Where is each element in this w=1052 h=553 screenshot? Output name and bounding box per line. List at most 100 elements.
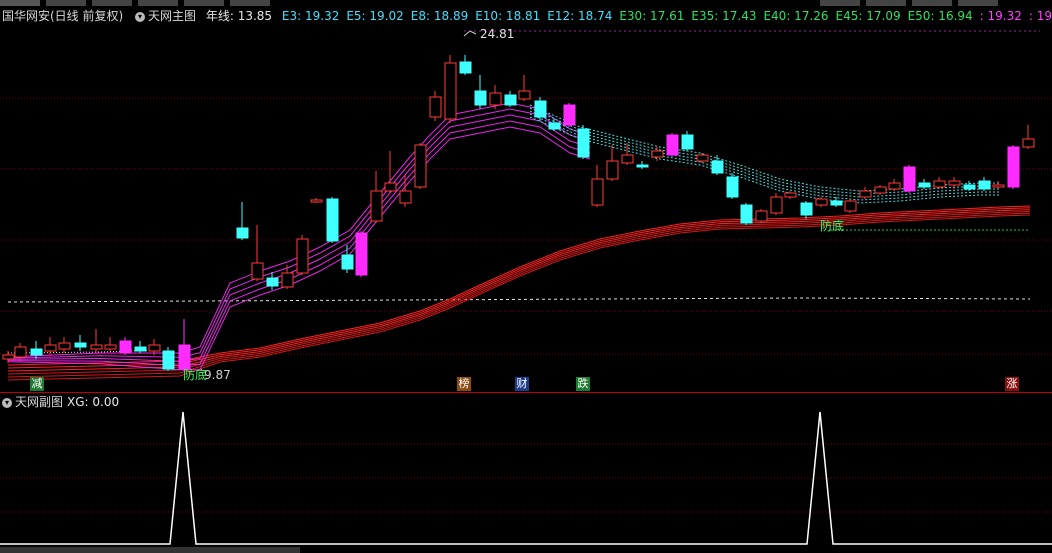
candle-body [815, 198, 828, 206]
candle-body [844, 200, 857, 212]
candle-body [444, 62, 457, 120]
candle-body [711, 160, 724, 174]
candle-body [90, 344, 103, 350]
candle-body [399, 190, 412, 204]
year-line-value: 年线: 13.85 [205, 9, 273, 23]
candle-body [251, 262, 264, 280]
candle-body [119, 340, 132, 354]
candle-body [459, 61, 472, 74]
candle-body [978, 180, 991, 190]
candle-body [2, 354, 15, 360]
magenta-short-ma-line [7, 102, 591, 358]
candle-body [830, 200, 843, 206]
candle-body [44, 344, 57, 352]
candle-body [370, 190, 383, 222]
xg-value: XG: 0.00 [67, 395, 120, 409]
main-price-chart[interactable]: 24.81 [0, 25, 1052, 392]
sub-chart-title-bar: ▾ 天网副图 XG: 0.00 [0, 394, 119, 410]
candle-body [770, 196, 783, 214]
candle-body [666, 134, 679, 156]
red-long-ma-line [7, 209, 1031, 372]
red-long-ma-line [7, 212, 1031, 378]
candle-body [355, 232, 368, 276]
candle-body [681, 134, 694, 150]
candle-body [236, 227, 249, 239]
indicator-name: 天网主图 [148, 9, 197, 23]
candle-body [489, 92, 502, 106]
candle-body [874, 186, 887, 194]
candle-body [696, 154, 709, 162]
ma-value: E50: 16.94 [907, 9, 973, 23]
candle-body [992, 184, 1005, 188]
ma-value: E5: 19.02 [346, 9, 404, 23]
indicator-selector[interactable]: ▾ 天网主图 [133, 7, 196, 25]
candle-body [30, 348, 43, 356]
candle-body [518, 90, 531, 100]
candle-body [296, 238, 309, 274]
candle-body [14, 346, 27, 358]
candle-body [281, 272, 294, 288]
red-long-ma-line [7, 210, 1031, 375]
magenta-short-ma-line [7, 114, 591, 362]
ma-value: E35: 17.43 [691, 9, 757, 23]
candle-body [933, 180, 946, 188]
red-long-ma-line [7, 207, 1031, 369]
signal-badge: 减 [30, 377, 44, 391]
signal-badge: 跌 [576, 377, 590, 391]
candle-body [384, 182, 397, 192]
magenta-short-ma-line [7, 108, 591, 359]
candle-body [903, 166, 916, 192]
chevron-down-icon: ▾ [135, 11, 146, 22]
ma-value: : 19.32 [979, 9, 1022, 23]
sub-indicator-chart[interactable] [0, 410, 1052, 546]
candle-body [1007, 146, 1020, 188]
candle-body [162, 350, 175, 370]
stock-chart-window: 国华网安(日线 前复权) ▾ 天网主图 年线: 13.85 E3: 19.32 E5… [0, 0, 1052, 553]
candle-body [104, 344, 117, 350]
year-ma-line [7, 297, 1031, 303]
candle-body [784, 192, 797, 198]
candle-body [326, 198, 339, 242]
ma-value: E45: 17.09 [835, 9, 901, 23]
chevron-down-icon[interactable]: ▾ [2, 397, 12, 408]
candle-body [74, 342, 87, 348]
candle-body [755, 210, 768, 222]
candle-body [58, 342, 71, 350]
top-toolbar-strip[interactable] [0, 0, 1052, 6]
candle-body [621, 154, 634, 164]
ma-value: E10: 18.81 [475, 9, 541, 23]
ma-value: E8: 18.89 [410, 9, 469, 23]
candle-body [651, 150, 664, 158]
candle-body [548, 122, 561, 130]
candle-body [429, 96, 442, 118]
candle-body [1022, 138, 1035, 148]
sub-indicator-name: 天网副图 [15, 395, 64, 409]
red-long-ma-line [7, 205, 1031, 366]
panel-divider [0, 392, 1052, 393]
low-price-label: 9.87 [204, 368, 231, 382]
ma-value: E30: 17.61 [619, 9, 685, 23]
candle-body [740, 204, 753, 224]
candle-body [563, 104, 576, 126]
signal-badge: 财 [515, 377, 529, 391]
candle-body [948, 180, 961, 186]
cyan-short-ma-line [529, 104, 1000, 192]
candle-body [591, 178, 604, 206]
ma-value: E12: 18.74 [547, 9, 613, 23]
bottom-guard-label: 防底 [820, 219, 845, 233]
candle-body [134, 346, 147, 352]
candle-body [636, 164, 649, 168]
bottom-indicator-strip [0, 547, 1052, 553]
candle-body [310, 199, 323, 203]
candle-body [474, 90, 487, 106]
ma-values: E3: 19.32 E5: 19.02 E8: 18.89 E10: 18.81 E12… [282, 7, 1052, 25]
candle-body [534, 100, 547, 118]
candle-body [504, 94, 517, 106]
candle-body [859, 190, 872, 198]
candle-body [963, 184, 976, 190]
candle-body [148, 344, 161, 352]
signal-badge: 涨 [1005, 377, 1019, 391]
high-price-label: 24.81 [480, 27, 514, 41]
ma-value: E40: 17.26 [763, 9, 829, 23]
candle-body [918, 182, 931, 188]
